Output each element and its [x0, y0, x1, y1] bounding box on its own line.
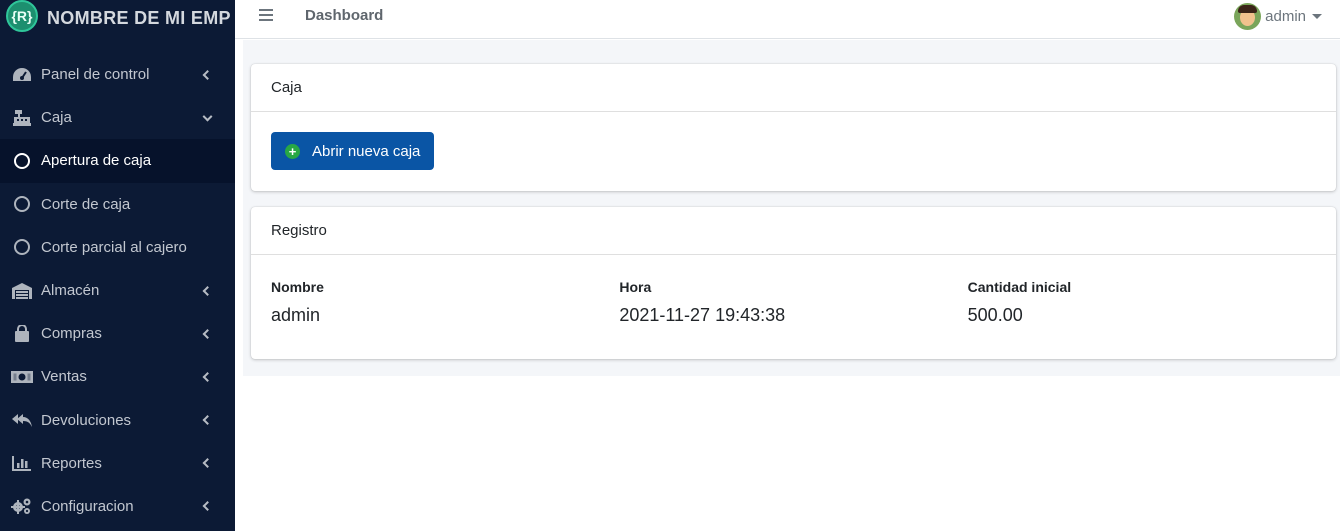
sidebar-item-label: Reportes [41, 454, 102, 472]
registro-card: Registro Nombre admin Hora 2021-11-27 19… [251, 207, 1336, 359]
chevron-left-icon [202, 285, 213, 296]
column-header: Cantidad inicial [967, 279, 1072, 295]
sidebar-item-label: Configuracion [41, 497, 134, 515]
sidebar-item-panel-de-control[interactable]: Panel de control [0, 53, 235, 96]
tachometer-icon [11, 66, 33, 84]
menu-toggle-icon[interactable] [259, 9, 273, 21]
caja-card: Caja + Abrir nueva caja [251, 64, 1336, 191]
registro-grid: Nombre admin Hora 2021-11-27 19:43:38 Ca… [271, 279, 1316, 326]
sidebar-item-devoluciones[interactable]: Devoluciones [0, 399, 235, 442]
registro-column-hora: Hora 2021-11-27 19:43:38 [619, 279, 967, 326]
circle-icon [11, 152, 33, 170]
sidebar-item-ventas[interactable]: Ventas [0, 355, 235, 398]
column-header: Hora [619, 279, 652, 295]
chevron-down-icon [202, 111, 213, 122]
sidebar-item-label: Almacén [41, 282, 100, 300]
sidebar-nav: Panel de control Caja Apertura de caja C… [0, 53, 235, 528]
money-bill-icon [11, 368, 33, 386]
sidebar-item-configuracion[interactable]: Configuracion [0, 485, 235, 528]
user-name: admin [1265, 8, 1306, 25]
sidebar-item-label: Corte de caja [41, 195, 131, 213]
main-content: Caja + Abrir nueva caja Registro Nombre … [243, 40, 1340, 376]
cogs-icon [11, 497, 33, 515]
sidebar-item-label: Panel de control [41, 66, 150, 84]
chevron-left-icon [202, 69, 213, 80]
brand-link[interactable]: {R} NOMBRE DE MI EMP [0, 0, 235, 38]
brand-name: NOMBRE DE MI EMP [47, 7, 231, 28]
registro-column-cantidad: Cantidad inicial 500.00 [968, 279, 1316, 326]
sidebar-item-almacen[interactable]: Almacén [0, 269, 235, 312]
sidebar-item-corte-parcial[interactable]: Corte parcial al cajero [0, 226, 235, 269]
brand-logo: {R} [6, 0, 38, 32]
chevron-left-icon [202, 501, 213, 512]
circle-icon [11, 238, 33, 256]
chevron-left-icon [202, 458, 213, 469]
chevron-left-icon [202, 415, 213, 426]
registro-column-nombre: Nombre admin [271, 279, 619, 326]
sidebar-item-label: Devoluciones [41, 411, 132, 429]
chevron-left-icon [202, 328, 213, 339]
chart-bar-icon [11, 454, 33, 472]
sidebar-item-label: Compras [41, 325, 102, 343]
sidebar: {R} NOMBRE DE MI EMP Panel de control Ca… [0, 0, 235, 531]
sidebar-item-apertura-de-caja[interactable]: Apertura de caja [0, 139, 235, 183]
caret-down-icon [1312, 14, 1322, 19]
chevron-left-icon [202, 371, 213, 382]
sidebar-item-caja[interactable]: Caja [0, 96, 235, 139]
top-navbar: Dashboard admin [235, 0, 1340, 39]
card-title: Registro [251, 207, 1336, 255]
avatar [1234, 3, 1262, 30]
sidebar-item-reportes[interactable]: Reportes [0, 442, 235, 485]
sidebar-item-label: Ventas [41, 368, 87, 386]
sidebar-item-compras[interactable]: Compras [0, 312, 235, 355]
cash-register-icon [11, 109, 33, 127]
dashboard-link[interactable]: Dashboard [305, 7, 383, 24]
column-value: 500.00 [967, 305, 1023, 325]
abrir-nueva-caja-button[interactable]: + Abrir nueva caja [271, 132, 435, 170]
button-label: Abrir nueva caja [312, 142, 421, 160]
sidebar-item-label: Apertura de caja [41, 152, 152, 170]
plus-circle-icon: + [285, 143, 300, 159]
sidebar-item-label: Corte parcial al cajero [41, 238, 187, 256]
column-header: Nombre [271, 279, 324, 295]
user-menu[interactable]: admin [1234, 3, 1322, 30]
column-value: admin [271, 305, 321, 325]
sidebar-item-corte-de-caja[interactable]: Corte de caja [0, 183, 235, 226]
card-title: Caja [251, 64, 1336, 112]
reply-all-icon [11, 411, 33, 429]
column-value: 2021-11-27 19:43:38 [619, 305, 786, 325]
warehouse-icon [11, 282, 33, 300]
shopping-bag-icon [11, 324, 33, 343]
circle-icon [11, 195, 33, 213]
sidebar-item-label: Caja [41, 109, 72, 127]
